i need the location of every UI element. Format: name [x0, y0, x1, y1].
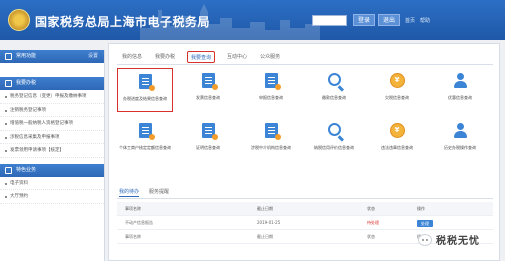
tab-do-tax[interactable]: 我要办税: [154, 51, 176, 63]
table-header-name: 事项名称: [125, 206, 141, 211]
grid-icon: [5, 166, 12, 174]
certificate-icon: [201, 123, 218, 140]
query-item-label: 历史办税操作查询: [444, 145, 476, 150]
todo-tabs: 我的待办 服务提醒: [119, 188, 179, 197]
watermark: 税税无忧: [418, 232, 480, 247]
query-item-preference[interactable]: 优惠信息查询: [432, 68, 488, 112]
sidebar-item[interactable]: 税务登记信息（变更）申报及缴纳事项: [0, 90, 104, 104]
sidebar-special-header[interactable]: 特色业务: [0, 163, 104, 177]
query-item-declaration[interactable]: 申报信息查询: [243, 68, 299, 112]
query-item-label: 涉税中介机构信息查询: [251, 145, 291, 150]
help-link[interactable]: 帮助: [420, 17, 430, 24]
query-item-label: 证明信息查询: [196, 145, 220, 150]
tab-my-info[interactable]: 我的信息: [121, 51, 143, 63]
query-item-label: 欠税信息查询: [385, 95, 409, 100]
home-link[interactable]: 首页: [405, 17, 415, 24]
query-item-label: 优惠信息查询: [448, 95, 472, 100]
query-item-payment[interactable]: 缴款信息查询: [306, 68, 362, 112]
table-header-date: 截止日期: [257, 206, 273, 211]
sidebar-item[interactable]: 电子资料: [0, 177, 104, 190]
query-item-violation[interactable]: ¥ 违法违章信息查询: [369, 118, 425, 162]
tab-service-reminder[interactable]: 服务提醒: [149, 188, 169, 197]
query-item-history[interactable]: 历史办税操作查询: [432, 118, 488, 162]
main-tabs: 我的信息 我要办税 我要查询 互动中心 公众服务: [121, 51, 292, 63]
top-banner: 国家税务总局上海市电子税务局 登录 退出 首页 帮助: [0, 0, 505, 40]
document-icon: [138, 123, 155, 140]
table-cell-name: 不动产信息报告: [125, 220, 153, 225]
declaration-icon: [264, 73, 281, 90]
main-panel: 我的信息 我要办税 我要查询 互动中心 公众服务 办税进度及结果信息查询 发票信…: [108, 43, 500, 261]
login-button[interactable]: 登录: [353, 14, 375, 26]
tab-interaction[interactable]: 互动中心: [226, 51, 248, 63]
tab-divider: [117, 64, 493, 65]
skyline-decoration: [140, 4, 320, 40]
table-cell-date: 截止日期: [257, 234, 273, 239]
table-row: 不动产信息报告 2019-01-25 待处理 处理: [117, 216, 493, 230]
tab-query[interactable]: 我要查询: [187, 51, 216, 63]
sidebar-settings-link[interactable]: 设置: [88, 50, 98, 63]
query-item-credit[interactable]: 纳税信用评价信息查询: [306, 118, 362, 162]
magnifier-icon: [327, 73, 341, 86]
sidebar: 常用功能 设置 我要办税 税务登记信息（变更）申报及缴纳事项 注销税务登记事项 …: [0, 50, 105, 261]
sidebar-common-label: 常用功能: [16, 53, 37, 59]
table-cell-name: 事项名称: [125, 234, 141, 239]
table-header-action: 操作: [417, 206, 425, 211]
logout-button[interactable]: 退出: [378, 14, 400, 26]
query-item-label: 办税进度及结果信息查询: [123, 96, 167, 101]
sidebar-item[interactable]: 增值税一般纳税人资格登记事项: [0, 117, 104, 131]
person-icon: [453, 73, 468, 88]
tax-emblem-icon: [8, 9, 30, 31]
table-cell-date: 2019-01-25: [257, 220, 281, 225]
query-item-label: 纳税信用评价信息查询: [314, 145, 354, 150]
handle-button[interactable]: 处理: [417, 219, 433, 227]
invoice-icon: [201, 73, 218, 90]
tab-my-todo[interactable]: 我的待办: [119, 188, 140, 197]
document-icon: [138, 74, 155, 91]
sidebar-tax-header[interactable]: 我要办税: [0, 77, 104, 90]
page: 国家税务总局上海市电子税务局 登录 退出 首页 帮助 常用功能 设置 我要办税 …: [0, 0, 505, 261]
folder-icon: [5, 80, 12, 87]
sidebar-tax-label: 我要办税: [16, 80, 37, 86]
coin-icon: ¥: [389, 123, 405, 138]
table-cell-status: 状态: [367, 234, 375, 239]
query-item-agency[interactable]: 涉税中介机构信息查询: [243, 118, 299, 162]
query-grid: 办税进度及结果信息查询 发票信息查询 申报信息查询 缴款信息查询 ¥ 欠税信息查…: [117, 68, 493, 178]
sidebar-special-label: 特色业务: [16, 166, 37, 173]
tab-public-service[interactable]: 公众服务: [259, 51, 281, 63]
query-item-progress[interactable]: 办税进度及结果信息查询: [117, 68, 173, 112]
query-item-label: 申报信息查询: [259, 95, 283, 100]
header-search-input[interactable]: [312, 15, 347, 26]
query-item-individual[interactable]: 个体工商户核定定额信息查询: [117, 118, 173, 162]
person-icon: [453, 123, 468, 138]
query-item-label: 发票信息查询: [196, 95, 220, 100]
table-header-status: 状态: [367, 206, 375, 211]
magnifier-icon: [327, 123, 341, 136]
star-icon: [5, 53, 12, 60]
query-item-arrears[interactable]: ¥ 欠税信息查询: [369, 68, 425, 112]
table-header-row: 事项名称 截止日期 状态 操作: [117, 202, 493, 216]
table-cell-status: 待处理: [367, 220, 379, 225]
sidebar-item[interactable]: 发票领用申请事项【核定】: [0, 144, 104, 158]
watermark-text: 税税无忧: [436, 236, 480, 247]
coin-icon: ¥: [389, 73, 405, 88]
agency-icon: [264, 123, 281, 140]
query-item-invoice[interactable]: 发票信息查询: [180, 68, 236, 112]
todo-divider: [117, 198, 493, 199]
query-item-certificate[interactable]: 证明信息查询: [180, 118, 236, 162]
query-item-label: 缴款信息查询: [322, 95, 346, 100]
sidebar-item[interactable]: 大厅预约: [0, 190, 104, 204]
wechat-icon: [418, 233, 432, 246]
query-item-label: 个体工商户核定定额信息查询: [119, 145, 171, 150]
sidebar-item[interactable]: 注销税务登记事项: [0, 104, 104, 117]
sidebar-item[interactable]: 涉税信息采集及申报事项: [0, 131, 104, 144]
sidebar-common-header[interactable]: 常用功能 设置: [0, 50, 104, 63]
query-item-label: 违法违章信息查询: [381, 145, 413, 150]
